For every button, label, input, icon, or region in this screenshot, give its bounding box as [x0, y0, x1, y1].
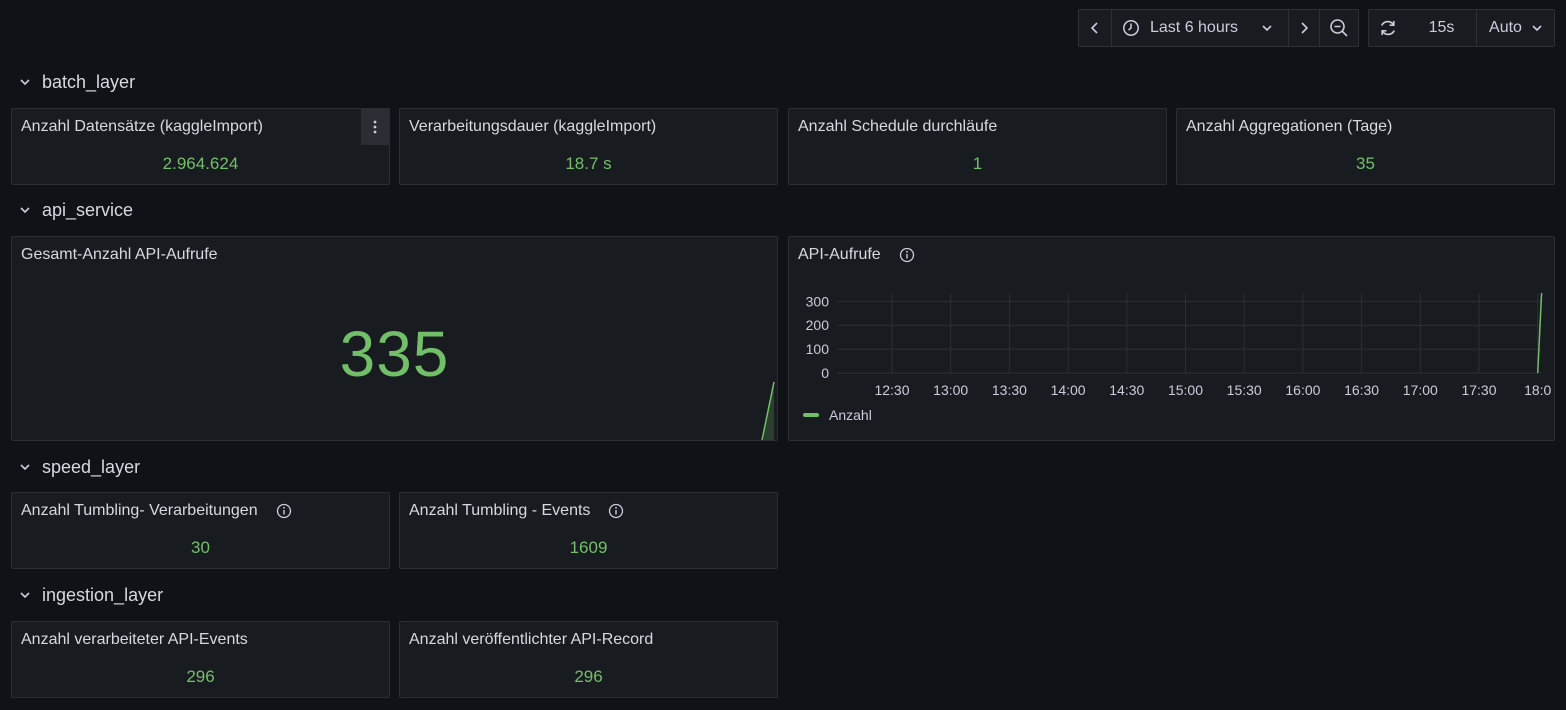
- panel-datensaetze[interactable]: Anzahl Datensätze (kaggleImport) 2.964.6…: [11, 108, 390, 185]
- y-tick-label: 300: [806, 293, 830, 309]
- chevron-left-icon: [1090, 22, 1098, 34]
- row-batch-layer[interactable]: batch_layer: [20, 70, 135, 94]
- y-tick-label: 200: [806, 317, 830, 333]
- auto-refresh-dropdown[interactable]: Auto: [1477, 10, 1554, 46]
- x-tick-label: 17:30: [1461, 382, 1496, 398]
- panel-verarbeiteter-events[interactable]: Anzahl verarbeiteter API-Events 296: [11, 621, 390, 698]
- time-range-label: Last 6 hours: [1150, 19, 1239, 36]
- panel-title: Anzahl veröffentlichter API-Record: [409, 631, 654, 648]
- clock-icon: [1123, 20, 1139, 36]
- panel-verarbeitungsdauer[interactable]: Verarbeitungsdauer (kaggleImport) 18.7 s: [399, 108, 778, 185]
- x-tick-label: 14:30: [1109, 382, 1144, 398]
- panel-title: Anzahl Tumbling - Events: [409, 502, 591, 519]
- stat-value: 35: [1356, 154, 1375, 173]
- panel-menu-button[interactable]: [361, 109, 389, 145]
- stat-value: 1: [972, 154, 983, 173]
- panel-schedule[interactable]: Anzahl Schedule durchläufe 1: [788, 108, 1167, 185]
- row-title: batch_layer: [42, 71, 136, 92]
- x-tick-label: 16:30: [1344, 382, 1379, 398]
- panel-api-aufrufe[interactable]: API-Aufrufe 0 100 200 300 12:30 13:00 13:30 14:…: [788, 236, 1555, 441]
- panel-tumbling-events[interactable]: Anzahl Tumbling - Events 1609: [399, 492, 778, 569]
- refresh-group: 15s Auto: [1368, 9, 1555, 47]
- stat-value: 1609: [569, 538, 608, 557]
- sparkline: [761, 381, 775, 440]
- panel-title: Anzahl Schedule durchläufe: [798, 118, 998, 135]
- chevron-down-icon: [1532, 25, 1542, 32]
- stat-value: 18.7 s: [565, 154, 612, 173]
- time-range-picker[interactable]: Last 6 hours: [1112, 10, 1289, 46]
- panel-tumbling-verarbeitungen[interactable]: Anzahl Tumbling- Verarbeitungen 30: [11, 492, 390, 569]
- time-range-group: Last 6 hours: [1078, 9, 1359, 47]
- refresh-interval-label: 15s: [1428, 19, 1455, 36]
- row-ingestion-layer[interactable]: ingestion_layer: [20, 583, 163, 607]
- time-back-button[interactable]: [1079, 10, 1112, 46]
- panel-title: Verarbeitungsdauer (kaggleImport): [409, 118, 657, 135]
- panel-title: Anzahl Aggregationen (Tage): [1186, 118, 1393, 135]
- x-tick-label: 17:00: [1403, 382, 1438, 398]
- x-tick-label: 18:0: [1524, 382, 1551, 398]
- chevron-down-icon: [1262, 25, 1272, 32]
- panel-gesamt-api[interactable]: Gesamt-Anzahl API-Aufrufe 335: [11, 236, 778, 441]
- legend-label[interactable]: Anzahl: [829, 407, 872, 423]
- refresh-icon: [1381, 20, 1395, 36]
- refresh-button[interactable]: [1369, 10, 1407, 46]
- time-forward-button[interactable]: [1289, 10, 1320, 46]
- stat-value: 30: [191, 538, 210, 557]
- row-api-service[interactable]: api_service: [20, 198, 133, 222]
- chart-legend: Anzahl: [803, 407, 872, 423]
- stat-value: 296: [574, 667, 603, 686]
- chevron-down-icon: [20, 207, 30, 214]
- vertical-dots-icon: [373, 120, 377, 134]
- panel-title: Anzahl Tumbling- Verarbeitungen: [21, 502, 258, 519]
- panel-title: Anzahl verarbeiteter API-Events: [21, 631, 248, 648]
- x-tick-label: 13:00: [933, 382, 968, 398]
- panel-veroeffentlichter-record[interactable]: Anzahl veröffentlichter API-Record 296: [399, 621, 778, 698]
- chevron-down-icon: [20, 464, 30, 471]
- panel-title-wrap: Anzahl Tumbling- Verarbeitungen: [21, 502, 292, 520]
- panel-title-wrap: Anzahl Tumbling - Events: [409, 502, 624, 520]
- y-tick-label: 0: [821, 365, 829, 381]
- x-tick-label: 15:00: [1168, 382, 1203, 398]
- row-speed-layer[interactable]: speed_layer: [20, 455, 140, 479]
- panel-title: Gesamt-Anzahl API-Aufrufe: [21, 246, 218, 263]
- row-title: speed_layer: [42, 456, 141, 477]
- x-tick-label: 15:30: [1227, 382, 1262, 398]
- refresh-interval[interactable]: 15s: [1407, 10, 1477, 46]
- legend-swatch: [803, 413, 819, 417]
- row-title: ingestion_layer: [42, 584, 164, 605]
- time-series-chart[interactable]: 0 100 200 300 12:30 13:00 13:30 14:00 14:30 15:00…: [789, 237, 1555, 441]
- x-tick-label: 12:30: [874, 382, 909, 398]
- series-line: [1536, 292, 1543, 374]
- stat-value: 2.964.624: [162, 154, 239, 173]
- big-stat-value: 335: [339, 318, 450, 390]
- stat-value: 296: [186, 667, 215, 686]
- x-tick-label: 14:00: [1051, 382, 1086, 398]
- panel-aggregationen[interactable]: Anzahl Aggregationen (Tage) 35: [1176, 108, 1555, 185]
- row-title: api_service: [42, 199, 134, 220]
- x-tick-label: 13:30: [992, 382, 1027, 398]
- chevron-down-icon: [20, 79, 30, 86]
- zoom-out-button[interactable]: [1320, 10, 1358, 46]
- chevron-down-icon: [20, 592, 30, 599]
- time-toolbar: Last 6 hours 15s Auto: [1078, 9, 1555, 47]
- zoom-out-icon: [1330, 19, 1348, 37]
- panel-title: Anzahl Datensätze (kaggleImport): [21, 118, 263, 135]
- info-icon[interactable]: [276, 503, 292, 519]
- chevron-right-icon: [1301, 22, 1309, 34]
- y-tick-label: 100: [806, 341, 830, 357]
- x-tick-label: 16:00: [1285, 382, 1320, 398]
- auto-label: Auto: [1489, 19, 1522, 36]
- info-icon[interactable]: [608, 503, 624, 519]
